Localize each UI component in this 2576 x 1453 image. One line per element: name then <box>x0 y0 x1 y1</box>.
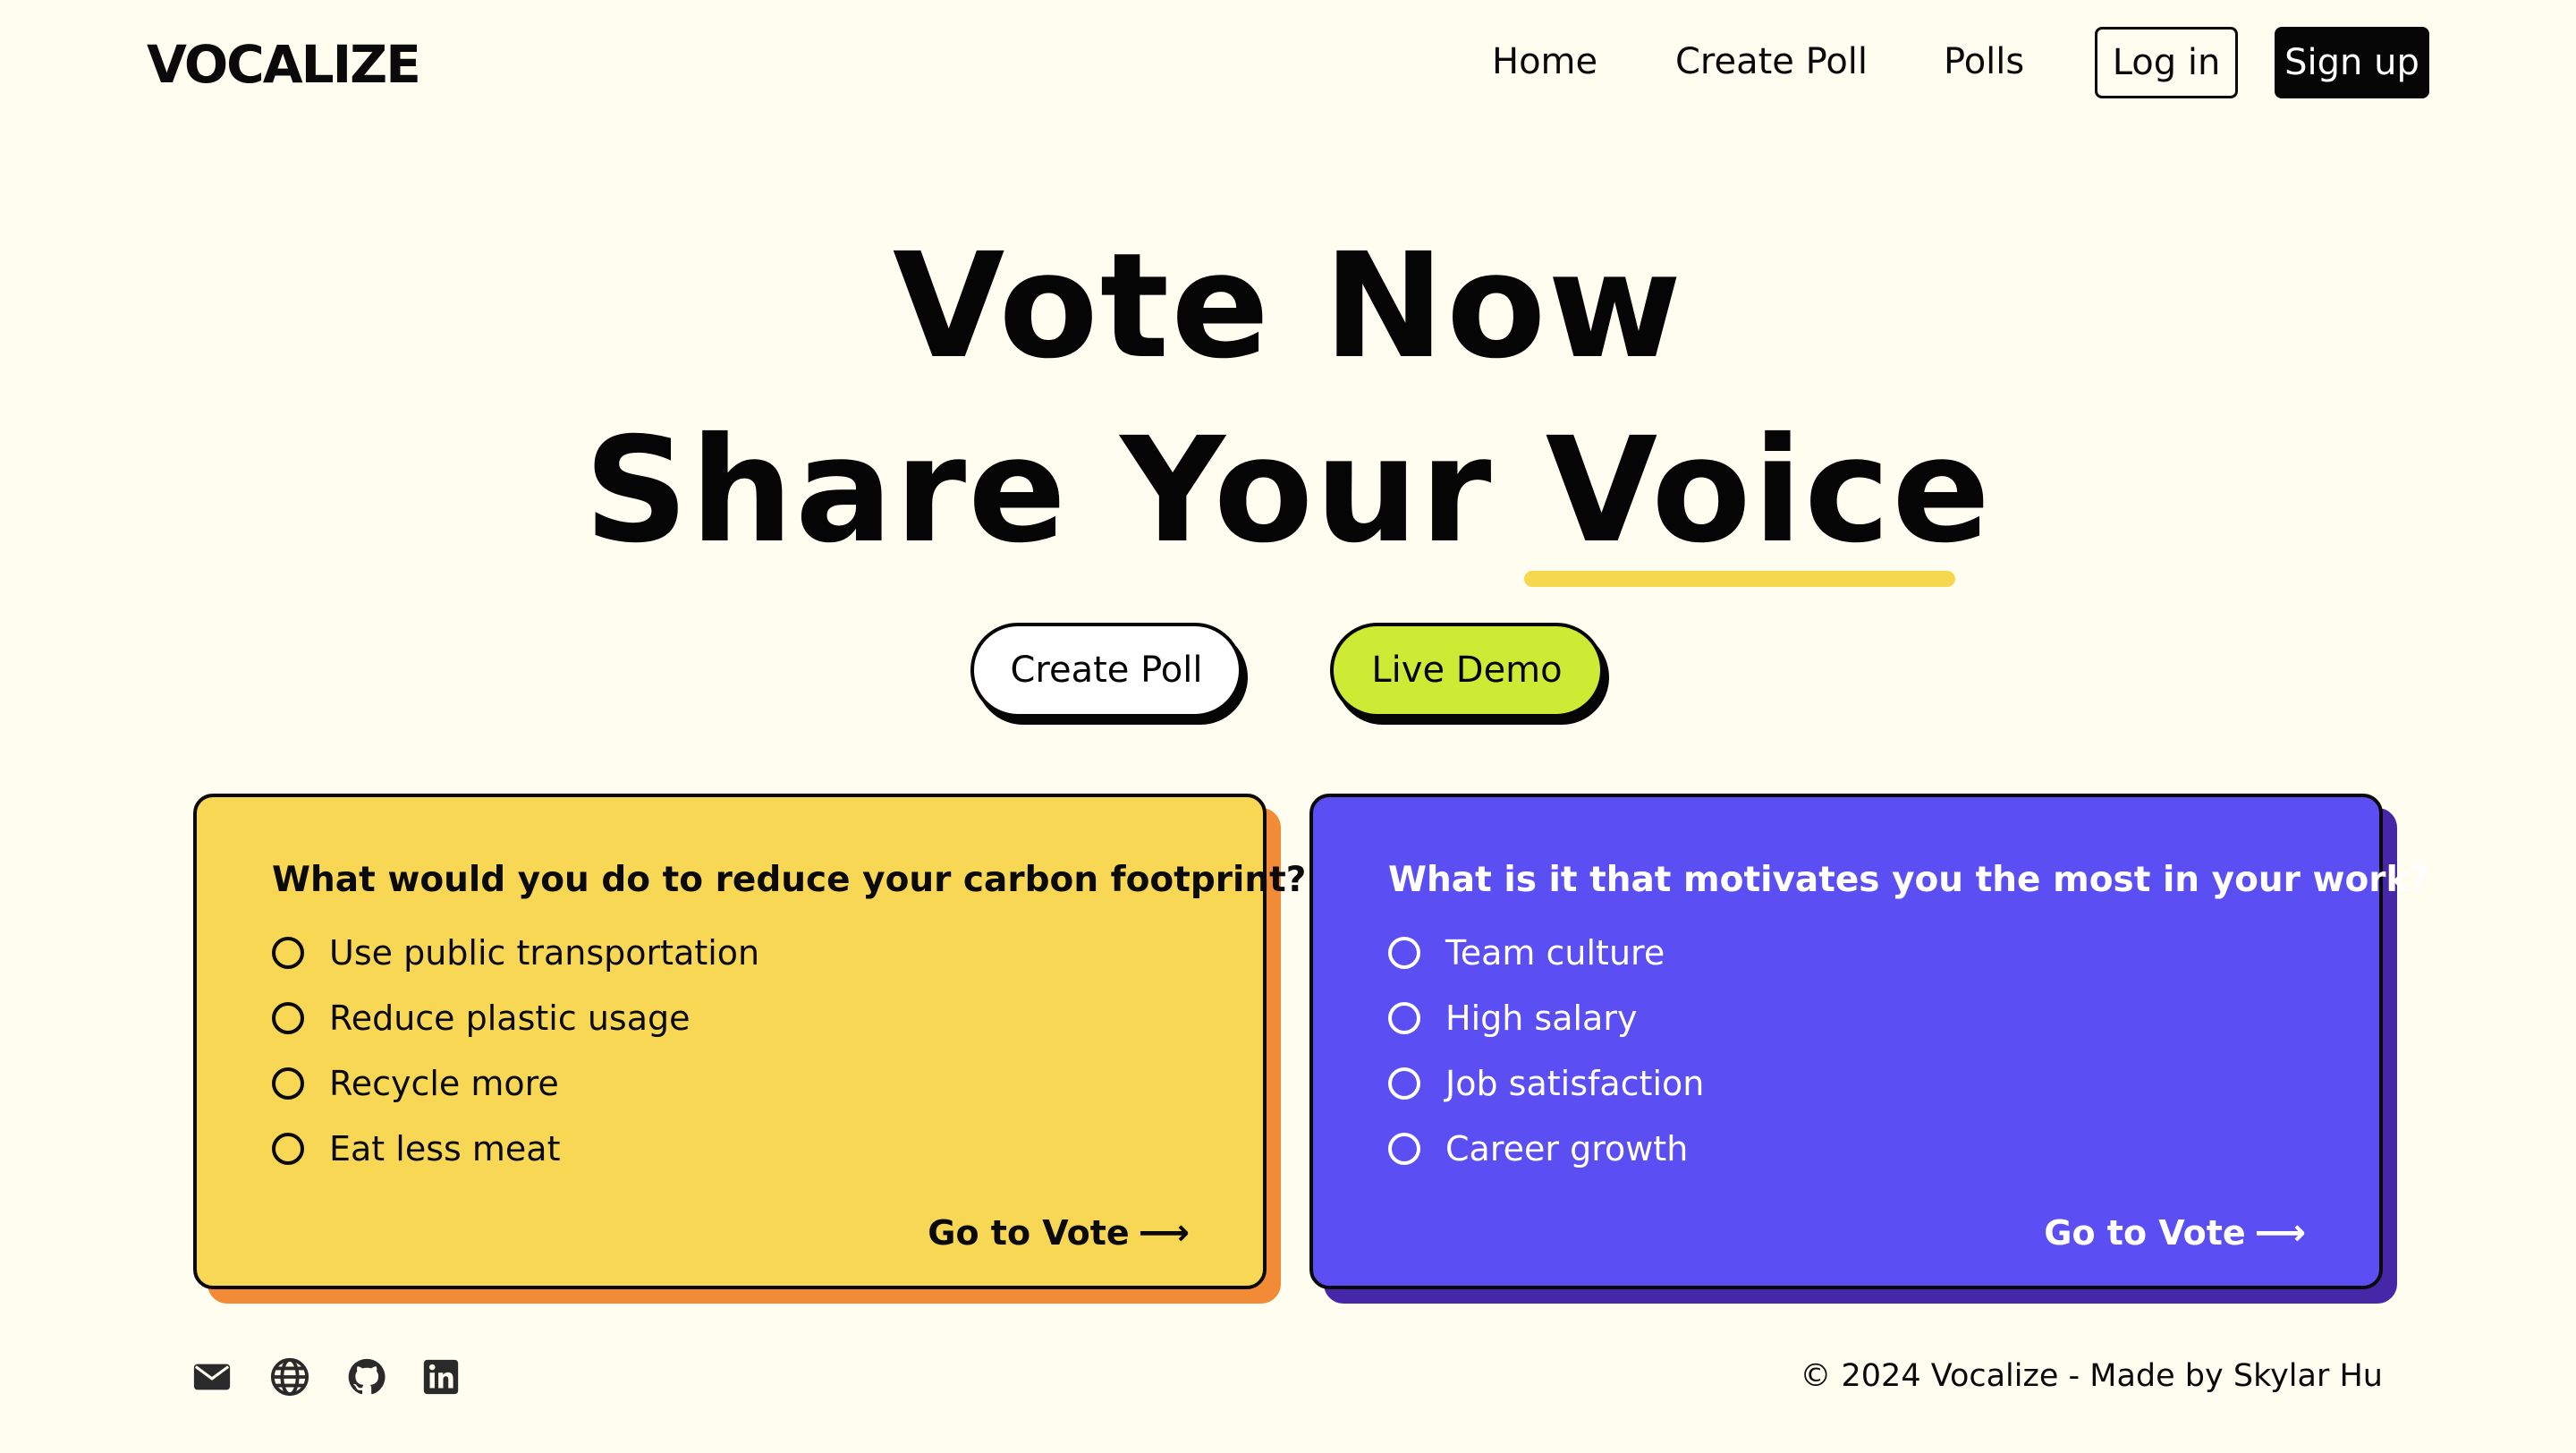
header: VOCALIZE Home Create Poll Polls Log in S… <box>0 0 2576 125</box>
radio-button[interactable] <box>272 1066 304 1100</box>
radio-button[interactable] <box>1388 1066 1420 1100</box>
go-to-vote-link[interactable]: Go to Vote ⟶ <box>2044 1212 2306 1253</box>
poll-option[interactable]: Job satisfaction <box>1388 1050 2308 1116</box>
poll-option[interactable]: High salary <box>1388 985 2308 1050</box>
poll-option-label: Eat less meat <box>329 1128 561 1168</box>
poll-option[interactable]: Recycle more <box>272 1050 1191 1116</box>
nav-polls[interactable]: Polls <box>1944 41 2024 82</box>
highlight-underline <box>1524 571 1955 587</box>
arrow-right-icon: ⟶ <box>1138 1212 1190 1253</box>
nav-create-poll[interactable]: Create Poll <box>1675 41 1868 82</box>
poll-question: What is it that motivates you the most i… <box>1388 860 2430 900</box>
hero-title-highlight: Voice <box>1545 407 1993 575</box>
live-demo-button[interactable]: Live Demo <box>1330 623 1604 718</box>
radio-button[interactable] <box>272 1132 304 1165</box>
poll-card[interactable]: What is it that motivates you the most i… <box>1309 794 2430 1289</box>
go-to-vote-label: Go to Vote <box>2044 1213 2246 1253</box>
poll-option-label: Use public transportation <box>329 932 760 973</box>
copyright-text: © 2024 Vocalize - Made by Skylar Hu <box>1800 1358 2383 1394</box>
poll-option[interactable]: Career growth <box>1388 1116 2308 1181</box>
arrow-right-icon: ⟶ <box>2254 1212 2306 1253</box>
poll-option-label: High salary <box>1445 998 1638 1038</box>
poll-option-label: Reduce plastic usage <box>329 998 691 1038</box>
radio-button[interactable] <box>272 1001 304 1034</box>
go-to-vote-link[interactable]: Go to Vote ⟶ <box>928 1212 1190 1253</box>
logo[interactable]: VOCALIZE <box>147 34 421 95</box>
poll-option-label: Job satisfaction <box>1445 1063 1705 1103</box>
radio-button[interactable] <box>1388 1132 1420 1165</box>
poll-option[interactable]: Reduce plastic usage <box>272 985 1191 1050</box>
mail-icon[interactable] <box>191 1356 233 1398</box>
hero-title-prefix: Share Your <box>583 407 1546 575</box>
radio-button[interactable] <box>1388 1001 1420 1034</box>
nav-home[interactable]: Home <box>1492 41 1597 82</box>
poll-option[interactable]: Eat less meat <box>272 1116 1191 1181</box>
poll-option[interactable]: Use public transportation <box>272 920 1191 985</box>
poll-question: What would you do to reduce your carbon … <box>272 860 1307 900</box>
hero-title-line1: Vote Now <box>892 223 1684 391</box>
github-icon[interactable] <box>346 1356 387 1398</box>
signup-button[interactable]: Sign up <box>2275 27 2429 98</box>
page: VOCALIZE Home Create Poll Polls Log in S… <box>0 0 2576 1453</box>
radio-button[interactable] <box>272 936 304 969</box>
poll-option[interactable]: Team culture <box>1388 920 2308 985</box>
go-to-vote-label: Go to Vote <box>928 1213 1130 1253</box>
poll-option-label: Team culture <box>1445 932 1665 973</box>
poll-option-label: Career growth <box>1445 1128 1689 1168</box>
radio-button[interactable] <box>1388 936 1420 969</box>
poll-option-label: Recycle more <box>329 1063 559 1103</box>
hero-create-poll-button[interactable]: Create Poll <box>970 623 1242 718</box>
linkedin-icon[interactable] <box>420 1356 462 1398</box>
login-button[interactable]: Log in <box>2095 27 2238 98</box>
poll-card[interactable]: What would you do to reduce your carbon … <box>193 794 1307 1289</box>
hero-title-line2: Share Your Voice <box>0 419 2576 564</box>
globe-icon[interactable] <box>269 1356 310 1398</box>
